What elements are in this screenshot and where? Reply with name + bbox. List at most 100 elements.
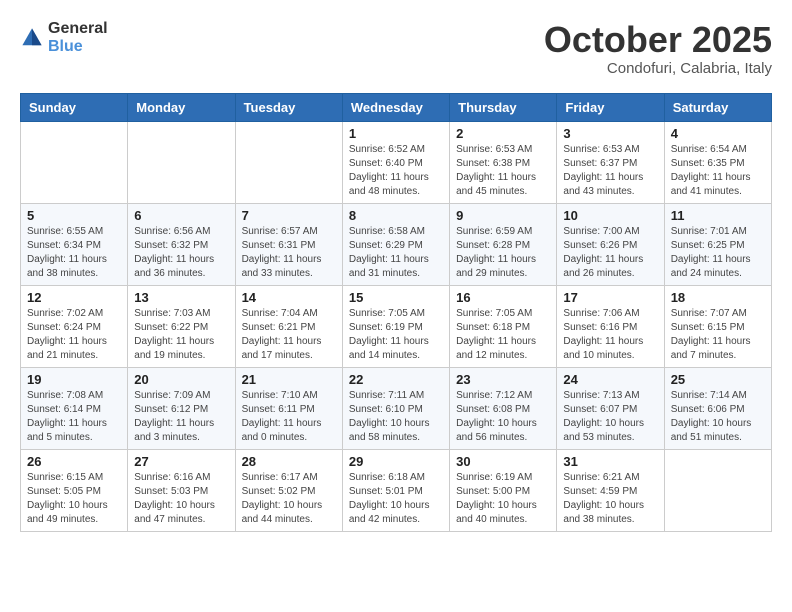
day-number: 30 [456,454,550,469]
calendar-cell: 13 Sunrise: 7:03 AM Sunset: 6:22 PM Dayli… [128,285,235,367]
calendar-cell: 26 Sunrise: 6:15 AM Sunset: 5:05 PM Dayli… [21,449,128,531]
weekday-header-sunday: Sunday [21,93,128,121]
day-number: 20 [134,372,228,387]
day-info: Sunrise: 6:58 AM Sunset: 6:29 PM Dayligh… [349,225,443,281]
day-info: Sunrise: 7:09 AM Sunset: 6:12 PM Dayligh… [134,389,228,445]
month-title: October 2025 [544,20,772,60]
calendar-cell: 18 Sunrise: 7:07 AM Sunset: 6:15 PM Dayli… [664,285,771,367]
day-number: 8 [349,208,443,223]
weekday-header-saturday: Saturday [664,93,771,121]
day-number: 7 [242,208,336,223]
day-info: Sunrise: 6:59 AM Sunset: 6:28 PM Dayligh… [456,225,550,281]
day-number: 12 [27,290,121,305]
day-number: 19 [27,372,121,387]
day-info: Sunrise: 7:02 AM Sunset: 6:24 PM Dayligh… [27,307,121,363]
weekday-header-tuesday: Tuesday [235,93,342,121]
day-number: 5 [27,208,121,223]
day-info: Sunrise: 7:06 AM Sunset: 6:16 PM Dayligh… [563,307,657,363]
day-info: Sunrise: 7:13 AM Sunset: 6:07 PM Dayligh… [563,389,657,445]
day-number: 14 [242,290,336,305]
day-number: 27 [134,454,228,469]
weekday-header-thursday: Thursday [450,93,557,121]
calendar-cell: 3Sunrise: 6:53 AM Sunset: 6:37 PM Daylig… [557,121,664,203]
day-info: Sunrise: 7:05 AM Sunset: 6:19 PM Dayligh… [349,307,443,363]
day-number: 15 [349,290,443,305]
day-number: 9 [456,208,550,223]
day-number: 23 [456,372,550,387]
day-number: 18 [671,290,765,305]
day-number: 2 [456,126,550,141]
calendar-cell: 16Sunrise: 7:05 AM Sunset: 6:18 PM Dayli… [450,285,557,367]
logo: General Blue [20,20,108,55]
calendar-cell: 15 Sunrise: 7:05 AM Sunset: 6:19 PM Dayli… [342,285,449,367]
calendar-cell: 2 Sunrise: 6:53 AM Sunset: 6:38 PM Daylig… [450,121,557,203]
day-number: 25 [671,372,765,387]
calendar-cell: 29 Sunrise: 6:18 AM Sunset: 5:01 PM Dayli… [342,449,449,531]
day-number: 31 [563,454,657,469]
calendar-cell: 21Sunrise: 7:10 AM Sunset: 6:11 PM Dayli… [235,367,342,449]
calendar-cell: 25 Sunrise: 7:14 AM Sunset: 6:06 PM Dayli… [664,367,771,449]
day-info: Sunrise: 6:18 AM Sunset: 5:01 PM Dayligh… [349,471,443,527]
day-info: Sunrise: 6:17 AM Sunset: 5:02 PM Dayligh… [242,471,336,527]
day-info: Sunrise: 7:08 AM Sunset: 6:14 PM Dayligh… [27,389,121,445]
day-info: Sunrise: 6:15 AM Sunset: 5:05 PM Dayligh… [27,471,121,527]
day-number: 3 [563,126,657,141]
calendar-cell: 1 Sunrise: 6:52 AM Sunset: 6:40 PM Daylig… [342,121,449,203]
calendar-cell: 14 Sunrise: 7:04 AM Sunset: 6:21 PM Dayli… [235,285,342,367]
day-number: 22 [349,372,443,387]
calendar-week-row: 19 Sunrise: 7:08 AM Sunset: 6:14 PM Dayli… [21,367,772,449]
calendar-cell: 4Sunrise: 6:54 AM Sunset: 6:35 PM Daylig… [664,121,771,203]
day-info: Sunrise: 7:00 AM Sunset: 6:26 PM Dayligh… [563,225,657,281]
calendar-table: SundayMondayTuesdayWednesdayThursdayFrid… [20,93,772,532]
location-subtitle: Condofuri, Calabria, Italy [544,60,772,77]
weekday-header-friday: Friday [557,93,664,121]
day-info: Sunrise: 7:03 AM Sunset: 6:22 PM Dayligh… [134,307,228,363]
calendar-cell: 6Sunrise: 6:56 AM Sunset: 6:32 PM Daylig… [128,203,235,285]
calendar-cell: 17Sunrise: 7:06 AM Sunset: 6:16 PM Dayli… [557,285,664,367]
day-info: Sunrise: 6:55 AM Sunset: 6:34 PM Dayligh… [27,225,121,281]
calendar-cell: 7 Sunrise: 6:57 AM Sunset: 6:31 PM Daylig… [235,203,342,285]
calendar-cell [128,121,235,203]
day-info: Sunrise: 6:53 AM Sunset: 6:38 PM Dayligh… [456,143,550,199]
calendar-cell: 19 Sunrise: 7:08 AM Sunset: 6:14 PM Dayli… [21,367,128,449]
day-number: 1 [349,126,443,141]
calendar-week-row: 26 Sunrise: 6:15 AM Sunset: 5:05 PM Dayli… [21,449,772,531]
day-info: Sunrise: 7:14 AM Sunset: 6:06 PM Dayligh… [671,389,765,445]
calendar-cell: 10 Sunrise: 7:00 AM Sunset: 6:26 PM Dayli… [557,203,664,285]
calendar-cell: 22Sunrise: 7:11 AM Sunset: 6:10 PM Dayli… [342,367,449,449]
calendar-cell: 27 Sunrise: 6:16 AM Sunset: 5:03 PM Dayli… [128,449,235,531]
day-info: Sunrise: 6:19 AM Sunset: 5:00 PM Dayligh… [456,471,550,527]
day-info: Sunrise: 6:57 AM Sunset: 6:31 PM Dayligh… [242,225,336,281]
day-number: 26 [27,454,121,469]
calendar-cell: 5 Sunrise: 6:55 AM Sunset: 6:34 PM Daylig… [21,203,128,285]
day-info: Sunrise: 7:01 AM Sunset: 6:25 PM Dayligh… [671,225,765,281]
day-number: 24 [563,372,657,387]
calendar-cell [21,121,128,203]
day-number: 21 [242,372,336,387]
calendar-cell: 28Sunrise: 6:17 AM Sunset: 5:02 PM Dayli… [235,449,342,531]
day-number: 11 [671,208,765,223]
calendar-cell: 9 Sunrise: 6:59 AM Sunset: 6:28 PM Daylig… [450,203,557,285]
day-number: 13 [134,290,228,305]
calendar-cell [664,449,771,531]
logo-icon [20,26,44,50]
logo-blue-text: Blue [48,38,108,56]
calendar-week-row: 12 Sunrise: 7:02 AM Sunset: 6:24 PM Dayli… [21,285,772,367]
calendar-cell: 11 Sunrise: 7:01 AM Sunset: 6:25 PM Dayli… [664,203,771,285]
calendar-cell [235,121,342,203]
weekday-header-monday: Monday [128,93,235,121]
day-number: 4 [671,126,765,141]
calendar-cell: 12 Sunrise: 7:02 AM Sunset: 6:24 PM Dayli… [21,285,128,367]
day-number: 29 [349,454,443,469]
calendar-cell: 24 Sunrise: 7:13 AM Sunset: 6:07 PM Dayli… [557,367,664,449]
day-number: 10 [563,208,657,223]
calendar-cell: 20 Sunrise: 7:09 AM Sunset: 6:12 PM Dayli… [128,367,235,449]
day-info: Sunrise: 7:04 AM Sunset: 6:21 PM Dayligh… [242,307,336,363]
day-info: Sunrise: 6:52 AM Sunset: 6:40 PM Dayligh… [349,143,443,199]
weekday-header-wednesday: Wednesday [342,93,449,121]
day-info: Sunrise: 6:16 AM Sunset: 5:03 PM Dayligh… [134,471,228,527]
page-header: General Blue October 2025 Condofuri, Cal… [20,20,772,77]
day-info: Sunrise: 6:21 AM Sunset: 4:59 PM Dayligh… [563,471,657,527]
day-info: Sunrise: 7:07 AM Sunset: 6:15 PM Dayligh… [671,307,765,363]
calendar-header-row: SundayMondayTuesdayWednesdayThursdayFrid… [21,93,772,121]
